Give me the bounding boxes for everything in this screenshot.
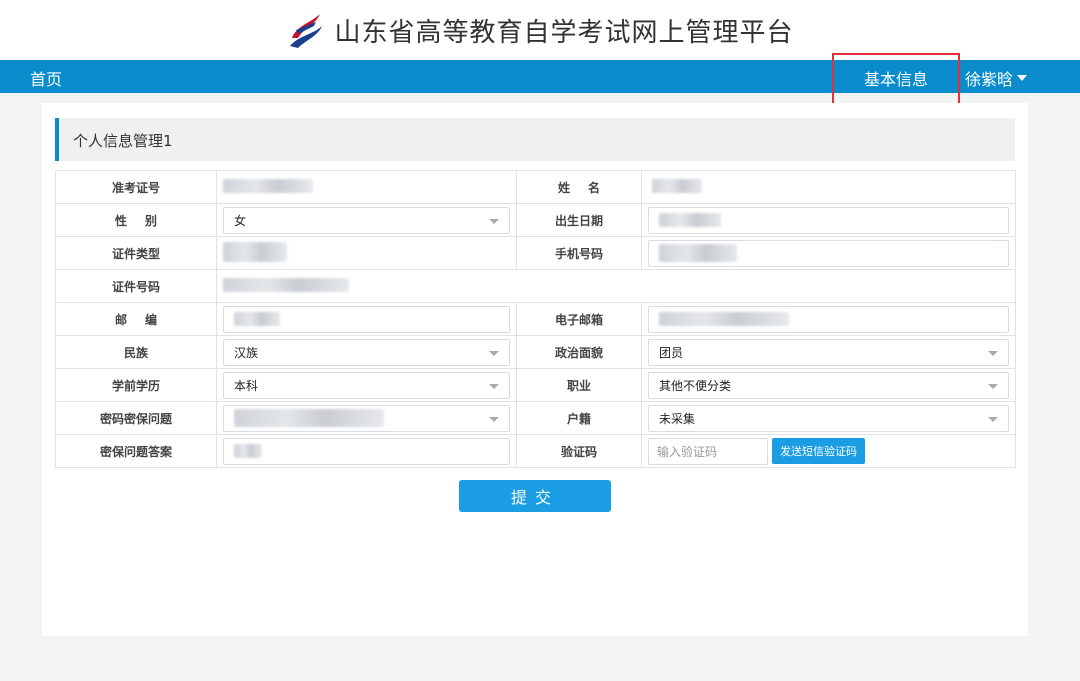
ethnic-selected: 汉族 [234,345,259,360]
info-table: 准考证号 姓名 性别 女 出生日期 证件类型 手机号码 证件号码 邮编 电子邮箱 [55,170,1016,468]
site-title: 山东省高等教育自学考试网上管理平台 [334,17,794,48]
submit-button[interactable]: 提交 [459,480,611,512]
political-select[interactable]: 团员 [648,338,1009,366]
email-input[interactable] [648,305,1009,333]
redacted-value [234,312,280,326]
gender-selected: 女 [234,213,247,228]
exam-id-label: 准考证号 [55,170,217,204]
exam-id-value [216,170,517,204]
site-logo: 山东省高等教育自学考试网上管理平台 [286,8,793,52]
redacted-value [223,178,313,193]
political-selected: 团员 [659,345,684,360]
dropdown-arrow-icon [988,416,998,422]
ethnic-select[interactable]: 汉族 [223,338,510,366]
dropdown-arrow-icon [489,416,499,422]
code-group: 输入验证码 发送短信验证码 [648,437,1009,465]
political-label: 政治面貌 [516,335,642,369]
question-select[interactable] [223,404,510,432]
redacted-value [659,244,737,262]
redacted-value [234,409,384,427]
birth-label: 出生日期 [516,203,642,237]
id-no-label: 证件号码 [55,269,217,303]
redacted-value [659,312,789,326]
top-navbar: 首页 基本信息 徐紫晗 [0,53,1080,106]
verify-code-input[interactable]: 输入验证码 [648,437,768,465]
panel-title: 个人信息管理1 [73,132,173,150]
postcode-input[interactable] [223,305,510,333]
nav-home-link[interactable]: 首页 [30,66,62,90]
dropdown-arrow-icon [988,350,998,356]
name-label: 姓名 [516,170,642,204]
dropdown-arrow-icon [489,218,499,224]
table-row: 性别 女 出生日期 [55,203,1016,237]
phone-input[interactable] [648,239,1009,267]
hukou-select[interactable]: 未采集 [648,404,1009,432]
job-label: 职业 [516,368,642,402]
edu-label: 学前学历 [55,368,217,402]
name-value [641,170,1016,204]
job-selected: 其他不便分类 [659,378,732,393]
send-sms-code-button[interactable]: 发送短信验证码 [772,438,865,464]
hukou-label: 户籍 [516,401,642,435]
hukou-selected: 未采集 [659,411,696,426]
dropdown-arrow-icon [489,350,499,356]
content-card: 个人信息管理1 准考证号 姓名 性别 女 出生日期 证件类型 手机号码 证件号码… [42,103,1028,636]
redacted-value [659,213,721,227]
site-header: 山东省高等教育自学考试网上管理平台 [0,0,1080,60]
table-row: 密码密保问题 户籍 未采集 [55,401,1016,435]
postcode-label: 邮编 [55,302,217,336]
dropdown-arrow-icon [988,383,998,389]
answer-label: 密保问题答案 [55,434,217,468]
id-type-label: 证件类型 [55,236,217,270]
gender-select[interactable]: 女 [223,206,510,234]
caret-down-icon [1017,75,1028,81]
question-label: 密码密保问题 [55,401,217,435]
redacted-value [223,241,287,262]
redacted-value [652,178,702,193]
gender-label: 性别 [55,203,217,237]
table-row: 学前学历 本科 职业 其他不便分类 [55,368,1016,402]
user-menu[interactable]: 徐紫晗 [965,66,1028,90]
table-row: 准考证号 姓名 [55,170,1016,204]
table-row: 证件号码 [55,269,1016,303]
table-row: 密保问题答案 验证码 输入验证码 发送短信验证码 [55,434,1016,468]
panel-header: 个人信息管理1 [55,118,1015,161]
id-type-value [216,236,517,270]
dropdown-arrow-icon [489,383,499,389]
table-row: 民族 汉族 政治面貌 团员 [55,335,1016,369]
table-row: 证件类型 手机号码 [55,236,1016,270]
nav-basic-info-link[interactable]: 基本信息 [864,66,928,90]
email-label: 电子邮箱 [516,302,642,336]
edu-select[interactable]: 本科 [223,371,510,399]
logo-icon [290,14,323,48]
user-name: 徐紫晗 [965,70,1014,89]
ethnic-label: 民族 [55,335,217,369]
redacted-value [223,277,349,292]
phone-label: 手机号码 [516,236,642,270]
id-no-value [216,269,1016,303]
job-select[interactable]: 其他不便分类 [648,371,1009,399]
redacted-value [234,444,262,458]
code-label: 验证码 [516,434,642,468]
answer-input[interactable] [223,437,510,465]
table-row: 邮编 电子邮箱 [55,302,1016,336]
edu-selected: 本科 [234,378,259,393]
birth-date-input[interactable] [648,206,1009,234]
